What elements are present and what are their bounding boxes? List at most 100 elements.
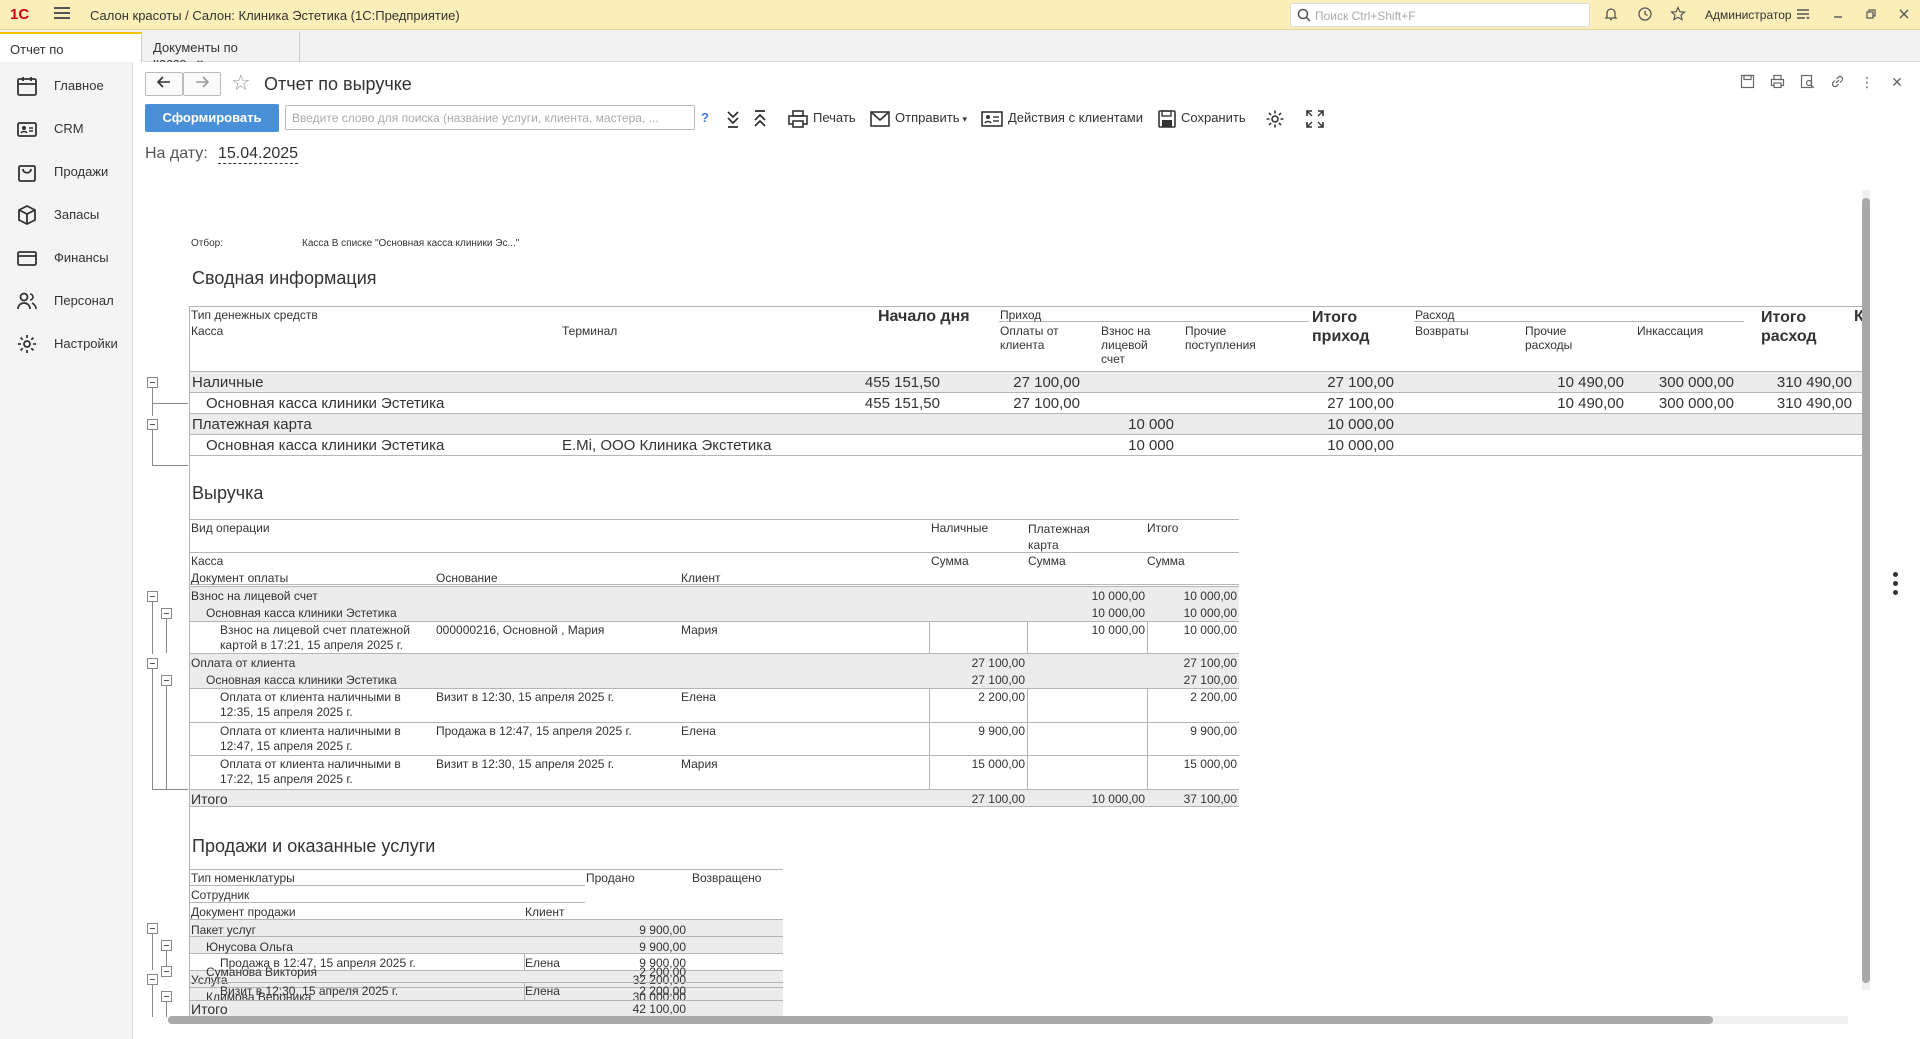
settings-menu-icon[interactable] — [1794, 6, 1812, 24]
revenue-total: 27 100,00 — [1183, 656, 1237, 670]
collapse-toggle-icon[interactable] — [147, 974, 158, 985]
collapse-toggle-icon[interactable] — [161, 940, 172, 951]
main-menu-icon[interactable] — [54, 7, 70, 21]
sales-h-nom-type: Тип номенклатуры — [191, 871, 295, 885]
minimize-icon[interactable] — [1829, 6, 1847, 24]
sidebar-item-staff[interactable]: Персонал — [0, 280, 133, 320]
favorite-star-icon[interactable]: ☆ — [231, 70, 251, 96]
sales-h-employee: Сотрудник — [191, 888, 250, 902]
global-search-input[interactable]: Поиск Ctrl+Shift+F — [1290, 3, 1590, 27]
sidebar-item-label: CRM — [54, 121, 84, 136]
summary-h-total-out: Итого расход — [1761, 309, 1817, 345]
box-icon — [18, 204, 36, 226]
report-form: ☆ Отчет по выручке ⋮ ✕ Сформировать Введ… — [134, 62, 1920, 1039]
client-actions-label: Действия с клиентами — [1008, 110, 1144, 125]
horizontal-scrollbar[interactable] — [168, 1016, 1848, 1024]
send-button[interactable]: Отправить ▾ — [870, 106, 967, 130]
summary-row-client-pay: 27 100,00 — [1013, 395, 1080, 412]
revenue-doc-line2: картой в 17:21, 15 апреля 2025 г. — [220, 638, 403, 652]
save-button[interactable]: Сохранить — [1158, 106, 1246, 130]
sidebar-item-sales[interactable]: Продажи — [0, 151, 133, 191]
revenue-doc-line1: Оплата от клиента наличными в — [220, 757, 401, 771]
report-search-input[interactable]: Введите слово для поиска (название услуг… — [285, 105, 695, 130]
revenue-doc-line1: Взнос на лицевой счет платежной — [220, 623, 410, 637]
revenue-client: Мария — [681, 623, 718, 637]
sidebar-item-settings[interactable]: Настройки — [0, 323, 133, 363]
revenue-h-cash: Наличные — [931, 521, 989, 535]
printer-icon — [788, 109, 808, 128]
summary-h-money-type: Тип денежных средств — [191, 308, 318, 322]
user-name[interactable]: Администратор — [1705, 8, 1792, 22]
collapse-toggle-icon[interactable] — [147, 923, 158, 934]
sidebar-item-label: Главное — [54, 78, 104, 93]
close-window-icon[interactable] — [1895, 6, 1913, 24]
sidebar-item-label: Настройки — [54, 336, 118, 351]
sidebar: Главное CRM Продажи Запасы Финансы Персо… — [0, 62, 133, 1039]
expand-all-icon[interactable] — [726, 106, 745, 130]
print-icon[interactable] — [1768, 74, 1786, 92]
collapse-toggle-icon[interactable] — [147, 658, 158, 669]
save-to-file-icon[interactable] — [1738, 74, 1756, 92]
summary-row-total-in: 10 000,00 — [1327, 416, 1394, 433]
generate-button[interactable]: Сформировать — [145, 104, 279, 132]
panel-drag-handle-icon[interactable] — [1893, 572, 1899, 600]
page-title: Отчет по выручке — [264, 74, 412, 94]
preview-icon[interactable] — [1798, 74, 1816, 92]
revenue-total: 15 000,00 — [1183, 757, 1237, 771]
link-icon[interactable] — [1828, 74, 1846, 92]
tab-revenue-report[interactable]: Отчет по выручке× — [0, 32, 142, 72]
sidebar-item-label: Запасы — [54, 207, 100, 222]
collapse-toggle-icon[interactable] — [147, 591, 158, 602]
sidebar-item-stock[interactable]: Запасы — [0, 194, 133, 234]
report-spreadsheet[interactable]: Отбор: Касса В списке "Основная касса кл… — [144, 172, 1864, 1017]
vertical-scrollbar[interactable] — [1862, 190, 1870, 990]
bell-icon[interactable] — [1602, 6, 1620, 24]
send-label: Отправить — [895, 110, 960, 125]
revenue-client: Елена — [681, 724, 716, 738]
revenue-basis: Визит в 12:30, 15 апреля 2025 г. — [436, 757, 615, 771]
tab-cash-documents[interactable]: Документы по кассе× — [143, 32, 300, 70]
summary-h-collection: Инкассация — [1637, 324, 1704, 338]
search-help-icon[interactable]: ? — [701, 110, 709, 125]
settings-gear-icon[interactable] — [1265, 106, 1290, 130]
dropdown-arrow-icon: ▾ — [962, 114, 967, 124]
sidebar-item-label: Финансы — [54, 250, 109, 265]
summary-section-title: Сводная информация — [192, 268, 377, 288]
revenue-total: 2 200,00 — [1190, 690, 1237, 704]
more-actions-icon[interactable]: ⋮ — [1858, 74, 1876, 92]
sidebar-item-main[interactable]: Главное — [0, 65, 133, 105]
gear-icon — [18, 335, 36, 353]
sidebar-item-finance[interactable]: Финансы — [0, 237, 133, 277]
client-actions-button[interactable]: Действия с клиентами — [981, 106, 1143, 130]
summary-row-collection: 300 000,00 — [1658, 374, 1734, 391]
revenue-section-title: Выручка — [192, 483, 264, 503]
history-icon[interactable] — [1636, 6, 1654, 24]
close-form-icon[interactable]: ✕ — [1888, 74, 1906, 92]
revenue-doc-line2: 12:35, 15 апреля 2025 г. — [220, 705, 353, 719]
favorites-star-icon[interactable] — [1669, 6, 1687, 24]
forward-button[interactable] — [183, 72, 221, 96]
revenue-total-card: 10 000,00 — [1091, 792, 1145, 806]
horizontal-scroll-thumb[interactable] — [168, 1016, 1713, 1024]
collapse-toggle-icon[interactable] — [161, 608, 172, 619]
summary-row-start: 455 151,50 — [864, 395, 940, 412]
collapse-toggle-icon[interactable] — [161, 675, 172, 686]
back-button[interactable] — [145, 72, 183, 96]
app-logo: 1С — [10, 6, 30, 23]
collapse-toggle-icon[interactable] — [147, 419, 158, 430]
restore-icon[interactable] — [1862, 6, 1880, 24]
print-button[interactable]: Печать — [788, 106, 856, 130]
date-value-link[interactable]: 15.04.2025 — [218, 145, 299, 164]
summary-row-total-in: 27 100,00 — [1327, 395, 1394, 412]
revenue-card: 10 000,00 — [1091, 623, 1145, 637]
collapse-toggle-icon[interactable] — [161, 991, 172, 1002]
save-label: Сохранить — [1181, 110, 1246, 125]
window-title: Салон красоты / Салон: Клиника Эстетика … — [90, 8, 460, 23]
fullscreen-icon[interactable] — [1306, 106, 1329, 130]
sidebar-item-crm[interactable]: CRM — [0, 108, 133, 148]
collapse-all-icon[interactable] — [753, 106, 772, 130]
date-label: На дату: — [145, 145, 208, 162]
vertical-scroll-thumb[interactable] — [1862, 198, 1870, 983]
collapse-toggle-icon[interactable] — [147, 377, 158, 388]
revenue-basis: Продажа в 12:47, 15 апреля 2025 г. — [436, 724, 632, 738]
